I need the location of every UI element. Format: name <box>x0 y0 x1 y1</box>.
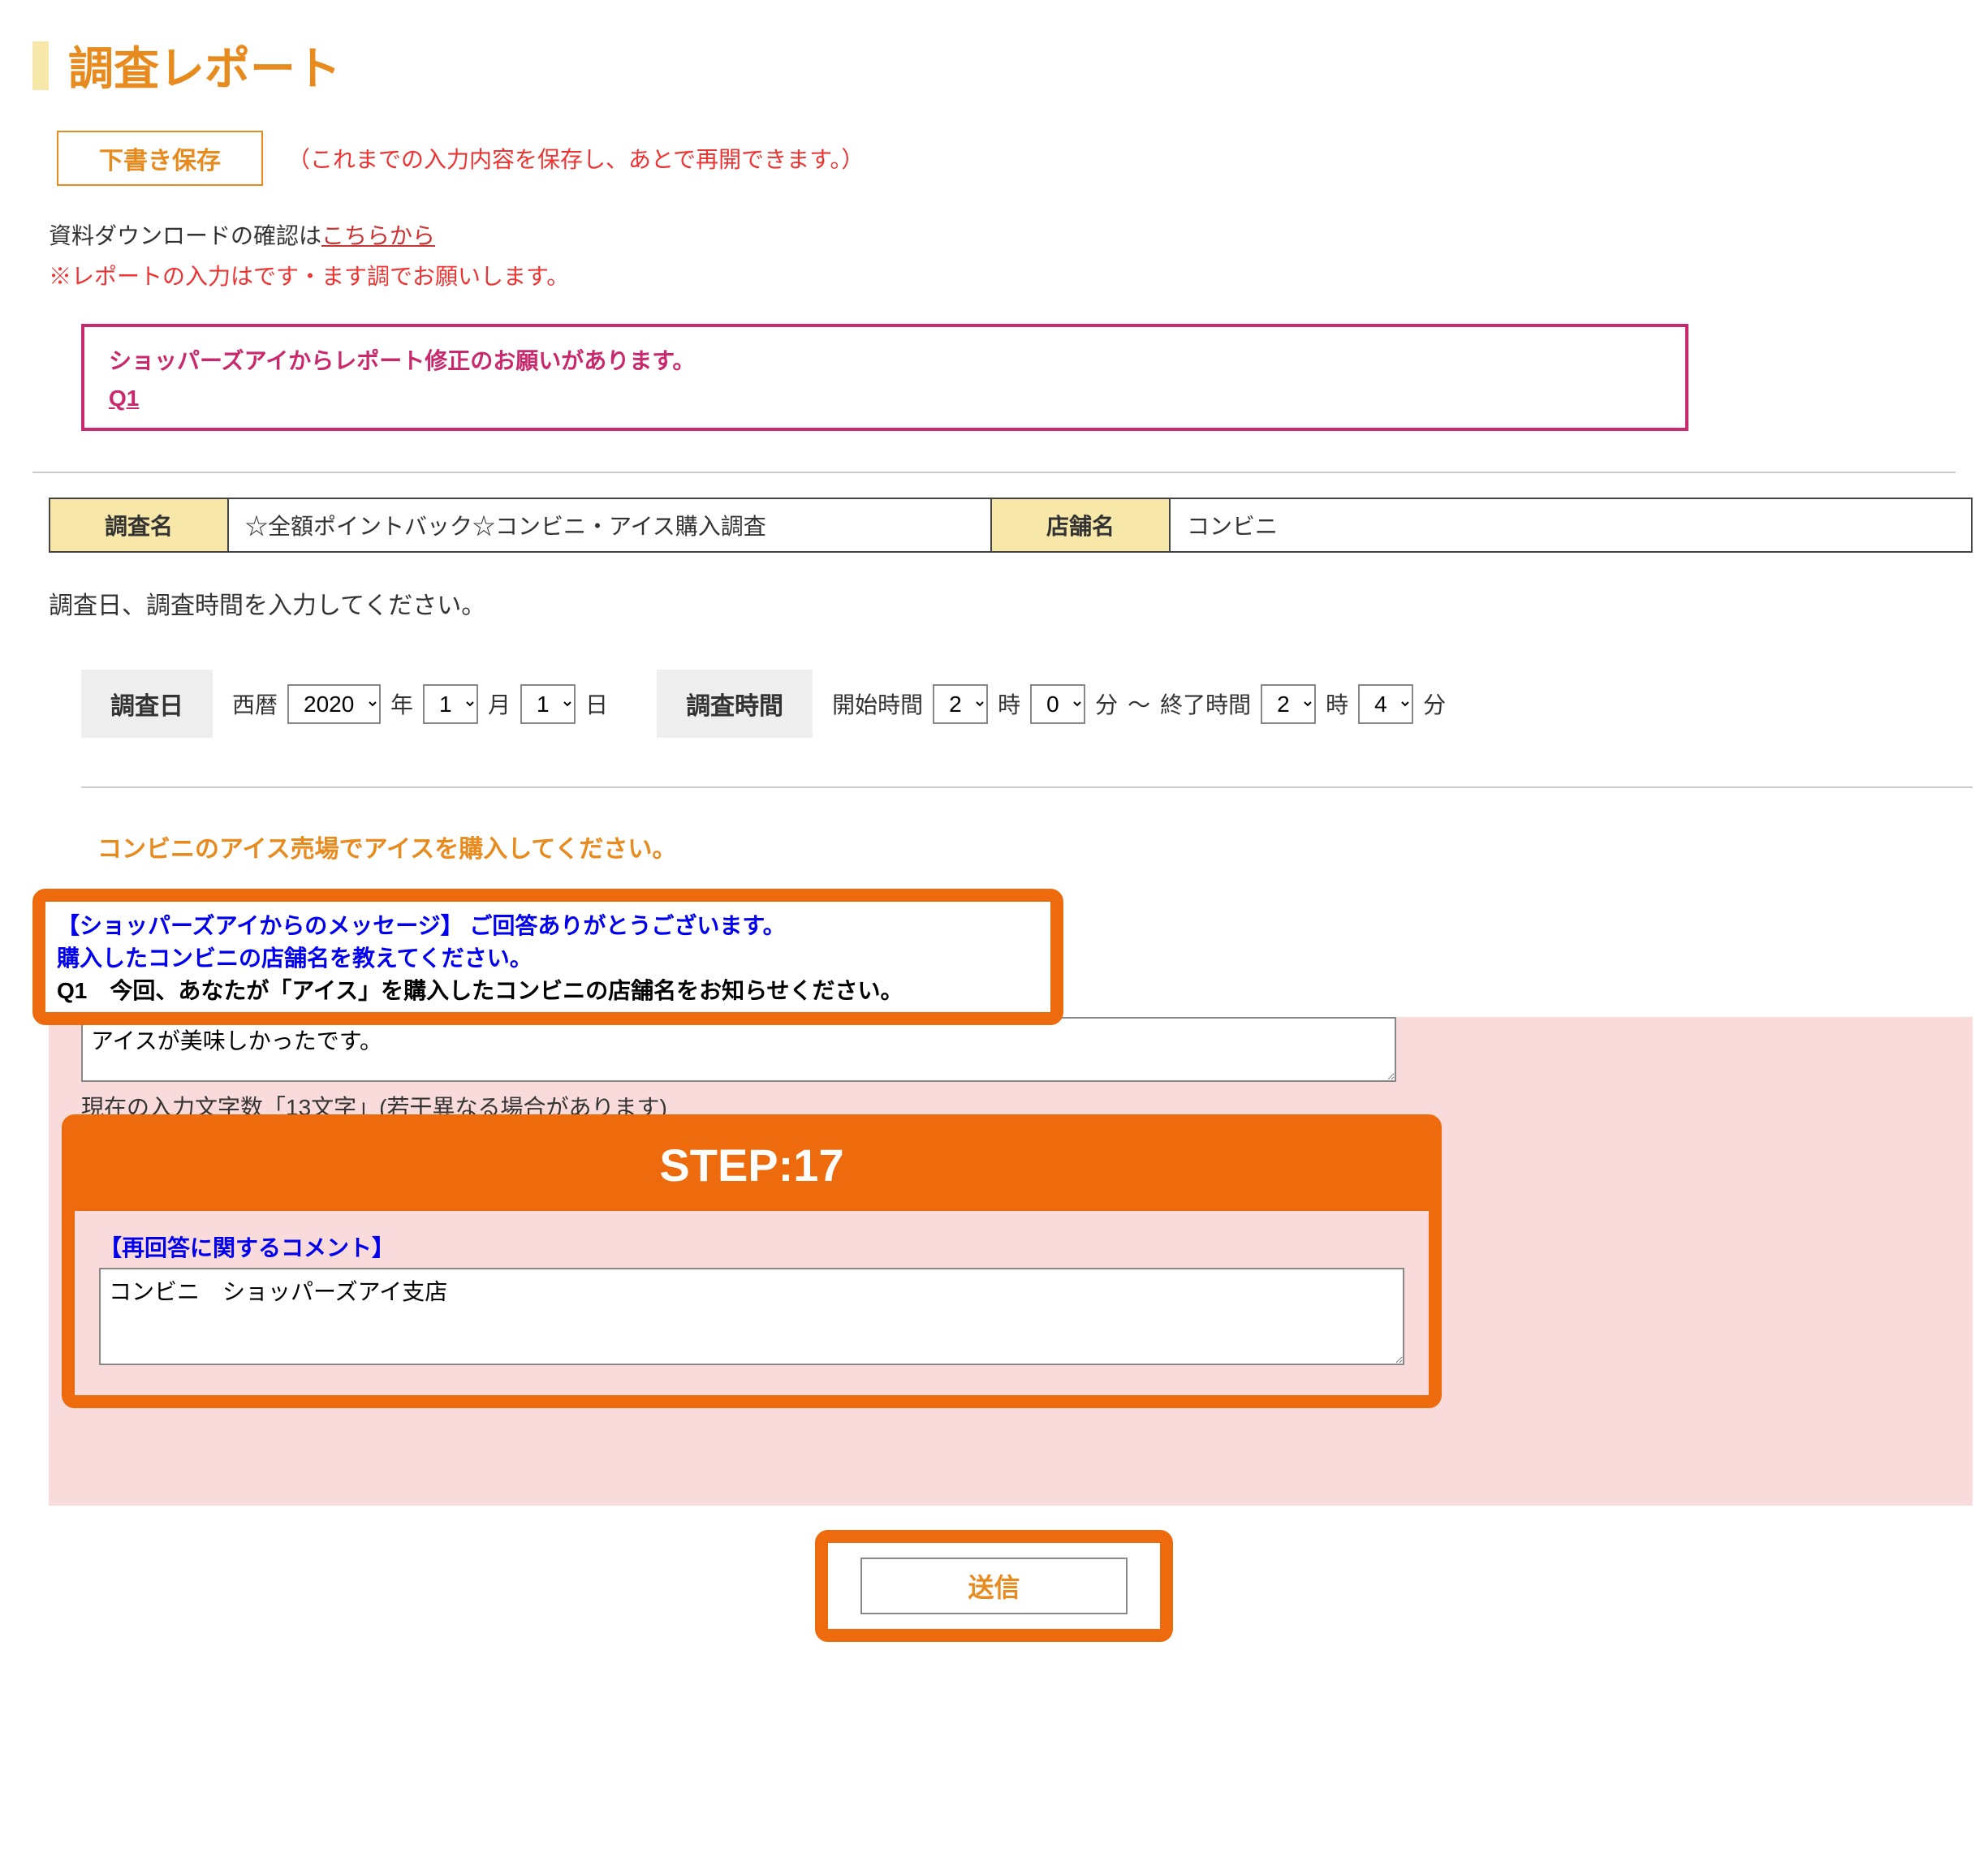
start-hour-select[interactable]: 2 <box>933 684 988 724</box>
shoppers-message-line2: 購入したコンビニの店舗名を教えてください。 <box>57 941 1039 973</box>
message-highlight-box: 【ショッパーズアイからのメッセージ】 ご回答ありがとうございます。 購入したコン… <box>32 889 1063 1025</box>
reanswer-comment-textarea[interactable] <box>99 1268 1404 1365</box>
submit-wrap: 送信 <box>32 1530 1956 1642</box>
correction-message: ショッパーズアイからレポート修正のお願いがあります。 <box>109 343 1661 376</box>
draft-row: 下書き保存 （これまでの入力内容を保存し、あとで再開できます。） <box>57 131 1956 186</box>
correction-request-box: ショッパーズアイからレポート修正のお願いがあります。 Q1 <box>81 324 1688 431</box>
survey-date-label: 調査日 <box>81 670 213 738</box>
hour-suffix-2: 時 <box>1326 687 1348 720</box>
end-time-label: 終了時間 <box>1160 687 1251 720</box>
draft-save-button[interactable]: 下書き保存 <box>57 131 263 186</box>
start-min-select[interactable]: 0 <box>1030 684 1085 724</box>
shoppers-message-line1: 【ショッパーズアイからのメッセージ】 ご回答ありがとうございます。 <box>57 908 1039 941</box>
submit-highlight-box: 送信 <box>815 1530 1172 1642</box>
download-prefix: 資料ダウンロードの確認は <box>49 223 321 248</box>
month-suffix: 月 <box>488 687 511 720</box>
to-label: ～ <box>1128 687 1150 720</box>
page-title-wrap: 調査レポート <box>32 32 1956 98</box>
year-select[interactable]: 2020 <box>287 684 381 724</box>
input-style-notice: ※レポートの入力はです・ます調でお願いします。 <box>49 259 1956 291</box>
survey-name-header: 調査名 <box>50 498 228 552</box>
start-time-label: 開始時間 <box>832 687 923 720</box>
survey-name-value: ☆全額ポイントバック☆コンビニ・アイス購入調査 <box>228 498 991 552</box>
draft-help-text: （これまでの入力内容を保存し、あとで再開できます。） <box>287 142 864 175</box>
title-accent-bar <box>32 41 49 90</box>
min-suffix-1: 分 <box>1095 687 1118 720</box>
question-section-title: コンビニのアイス売場でアイスを購入してください。 <box>97 829 1956 864</box>
step-highlight-box: STEP:17 【再回答に関するコメント】 <box>62 1114 1442 1408</box>
day-select[interactable]: 1 <box>520 684 576 724</box>
q1-answer-textarea[interactable] <box>81 1017 1396 1082</box>
store-name-value: コンビニ <box>1170 498 1972 552</box>
hour-suffix-1: 時 <box>998 687 1020 720</box>
end-min-select[interactable]: 4 <box>1358 684 1413 724</box>
answer-pink-area: 現在の入力文字数「13文字」(若干異なる場合があります) STEP:17 【再回… <box>49 1017 1973 1506</box>
download-line: 資料ダウンロードの確認はこちらから <box>49 218 1956 251</box>
store-name-header: 店舗名 <box>991 498 1170 552</box>
table-row: 調査名 ☆全額ポイントバック☆コンビニ・アイス購入調査 店舗名 コンビニ <box>50 498 1972 552</box>
q1-text: Q1 今回、あなたが「アイス」を購入したコンビニの店舗名をお知らせください。 <box>57 973 1039 1006</box>
date-time-row: 調査日 西暦 2020 年 1 月 1 日 調査時間 開始時間 2 時 0 分 … <box>81 670 1973 788</box>
step-inner: 【再回答に関するコメント】 <box>75 1211 1429 1395</box>
date-group: 西暦 2020 年 1 月 1 日 <box>232 684 608 724</box>
reanswer-comment-label: 【再回答に関するコメント】 <box>99 1230 1404 1263</box>
correction-q1-link[interactable]: Q1 <box>109 386 145 411</box>
step-label: STEP:17 <box>75 1127 1429 1211</box>
end-hour-select[interactable]: 2 <box>1261 684 1316 724</box>
survey-info-table: 調査名 ☆全額ポイントバック☆コンビニ・アイス購入調査 店舗名 コンビニ <box>49 498 1973 553</box>
month-select[interactable]: 1 <box>423 684 478 724</box>
date-instruction: 調査日、調査時間を入力してください。 <box>49 585 1939 621</box>
survey-time-label: 調査時間 <box>657 670 813 738</box>
divider <box>32 472 1956 473</box>
time-group: 開始時間 2 時 0 分 ～ 終了時間 2 時 4 分 <box>832 684 1446 724</box>
seireki-label: 西暦 <box>232 687 278 720</box>
submit-button[interactable]: 送信 <box>860 1558 1127 1614</box>
min-suffix-2: 分 <box>1423 687 1446 720</box>
day-suffix: 日 <box>585 687 608 720</box>
download-link[interactable]: こちらから <box>321 223 435 248</box>
year-suffix: 年 <box>390 687 413 720</box>
page-title: 調査レポート <box>68 32 341 98</box>
